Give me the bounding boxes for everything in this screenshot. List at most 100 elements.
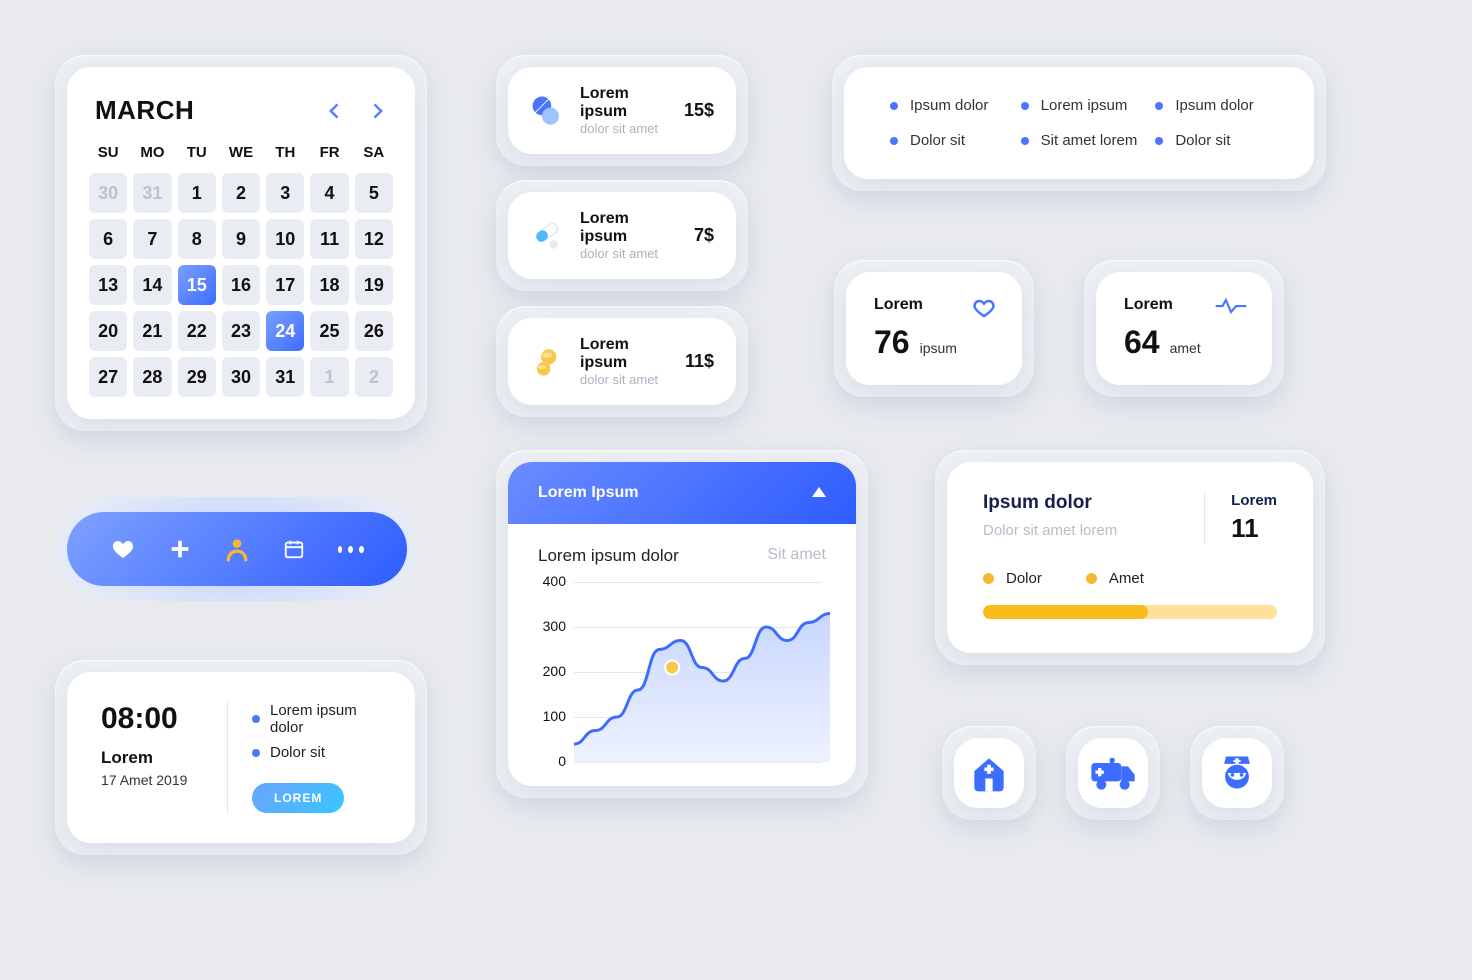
calendar-dow: TU <box>178 144 216 161</box>
calendar-day[interactable]: 12 <box>355 219 393 259</box>
calendar-dow: SU <box>89 144 127 161</box>
stat-card-1: Lorem 76 ipsum <box>834 260 1034 397</box>
chart-card: Lorem Ipsum Lorem ipsum dolor Sit amet 0… <box>496 450 868 798</box>
calendar-dow: TH <box>266 144 304 161</box>
stat-card-2: Lorem 64 amet <box>1084 260 1284 397</box>
legend-item: Ipsum dolor <box>890 97 1003 114</box>
calendar-day[interactable]: 27 <box>89 357 127 397</box>
calendar-day[interactable]: 26 <box>355 311 393 351</box>
calendar-day[interactable]: 22 <box>178 311 216 351</box>
chevron-up-icon <box>812 484 826 502</box>
calendar-day[interactable]: 16 <box>222 265 260 305</box>
med-title: Lorem ipsum <box>580 210 678 246</box>
med-subtitle: dolor sit amet <box>580 121 668 136</box>
calendar-day[interactable]: 14 <box>133 265 171 305</box>
calendar-day[interactable]: 23 <box>222 311 260 351</box>
calendar-day[interactable]: 29 <box>178 357 216 397</box>
calendar-day[interactable]: 7 <box>133 219 171 259</box>
icon-navbar <box>58 497 416 601</box>
plus-icon[interactable] <box>167 536 193 562</box>
med-subtitle: dolor sit amet <box>580 246 678 261</box>
calendar-day[interactable]: 8 <box>178 219 216 259</box>
capsule-icon <box>530 219 564 253</box>
calendar-day[interactable]: 31 <box>266 357 304 397</box>
chart-header[interactable]: Lorem Ipsum <box>508 462 856 524</box>
calendar-day[interactable]: 24 <box>266 311 304 351</box>
legend-item: Lorem ipsum <box>1021 97 1138 114</box>
legend-item: Dolor sit <box>1155 132 1268 149</box>
chart-ytick: 200 <box>526 663 566 679</box>
calendar-day[interactable]: 5 <box>355 173 393 213</box>
calendar-day[interactable]: 9 <box>222 219 260 259</box>
calendar-day[interactable]: 17 <box>266 265 304 305</box>
calendar-day[interactable]: 6 <box>89 219 127 259</box>
calendar-month: MARCH <box>95 95 194 126</box>
med-item-3[interactable]: Lorem ipsum dolor sit amet 11$ <box>496 306 748 417</box>
legend-card: Ipsum dolor Lorem ipsum Ipsum dolor Dolor s… <box>832 55 1326 191</box>
heart-icon[interactable] <box>110 536 136 562</box>
event-bullet: Dolor sit <box>252 744 381 761</box>
calendar-day[interactable]: 18 <box>310 265 348 305</box>
calendar-day[interactable]: 21 <box>133 311 171 351</box>
progress-value: 11 <box>1231 513 1277 544</box>
progress-card: Ipsum dolor Dolor sit amet lorem Lorem 1… <box>935 450 1325 665</box>
chart-ytick: 0 <box>526 753 566 769</box>
calendar-day[interactable]: 15 <box>178 265 216 305</box>
calendar-day[interactable]: 11 <box>310 219 348 259</box>
calendar-next-button[interactable] <box>367 101 387 121</box>
pills-icon <box>530 94 564 128</box>
chart-subtitle: Lorem ipsum dolor <box>538 546 679 566</box>
calendar-day[interactable]: 3 <box>266 173 304 213</box>
calendar-day[interactable]: 1 <box>310 357 348 397</box>
event-bullet: Lorem ipsum dolor <box>252 702 381 736</box>
pulse-icon <box>1214 296 1248 321</box>
calendar-day[interactable]: 13 <box>89 265 127 305</box>
calendar-prev-button[interactable] <box>325 101 345 121</box>
ambulance-button[interactable] <box>1066 726 1160 820</box>
progress-legend-item: Dolor <box>983 570 1042 587</box>
calendar-day[interactable]: 19 <box>355 265 393 305</box>
line-chart <box>574 582 830 762</box>
med-price: 7$ <box>694 225 714 246</box>
legend-item: Sit amet lorem <box>1021 132 1138 149</box>
calendar-day[interactable]: 28 <box>133 357 171 397</box>
chart-ytick: 400 <box>526 573 566 589</box>
calendar-day[interactable]: 2 <box>222 173 260 213</box>
legend-item: Ipsum dolor <box>1155 97 1268 114</box>
med-item-1[interactable]: Lorem ipsum dolor sit amet 15$ <box>496 55 748 166</box>
progress-right-label: Lorem <box>1231 492 1277 509</box>
calendar-day[interactable]: 25 <box>310 311 348 351</box>
hospital-button[interactable] <box>942 726 1036 820</box>
calendar-dow: SA <box>355 144 393 161</box>
calendar-dow: FR <box>310 144 348 161</box>
event-date: 17 Amet 2019 <box>101 772 227 788</box>
calendar-day[interactable]: 1 <box>178 173 216 213</box>
chart-right-label: Sit amet <box>767 546 826 566</box>
person-icon[interactable] <box>224 536 250 562</box>
med-price: 11$ <box>685 351 714 372</box>
calendar-day[interactable]: 2 <box>355 357 393 397</box>
calendar-day[interactable]: 10 <box>266 219 304 259</box>
progress-subtitle: Dolor sit amet lorem <box>983 522 1204 539</box>
calendar-day[interactable]: 4 <box>310 173 348 213</box>
event-action-button[interactable]: LOREM <box>252 783 344 813</box>
med-subtitle: dolor sit amet <box>580 372 669 387</box>
heart-outline-icon <box>970 296 998 325</box>
calendar-day[interactable]: 20 <box>89 311 127 351</box>
nurse-button[interactable] <box>1190 726 1284 820</box>
calendar-dow: MO <box>133 144 171 161</box>
event-label: Lorem <box>101 748 227 768</box>
calendar-day[interactable]: 30 <box>89 173 127 213</box>
med-item-2[interactable]: Lorem ipsum dolor sit amet 7$ <box>496 180 748 291</box>
calendar-day[interactable]: 30 <box>222 357 260 397</box>
time-event-card: 08:00 Lorem 17 Amet 2019 Lorem ipsum dol… <box>55 660 427 855</box>
calendar-day[interactable]: 31 <box>133 173 171 213</box>
stat-value: 64 <box>1124 324 1160 361</box>
med-title: Lorem ipsum <box>580 336 669 372</box>
calendar-icon[interactable] <box>281 536 307 562</box>
stat-unit: amet <box>1170 340 1201 356</box>
more-icon[interactable] <box>338 536 364 562</box>
calendar-dow: WE <box>222 144 260 161</box>
chart-ytick: 300 <box>526 618 566 634</box>
stat-value: 76 <box>874 324 910 361</box>
